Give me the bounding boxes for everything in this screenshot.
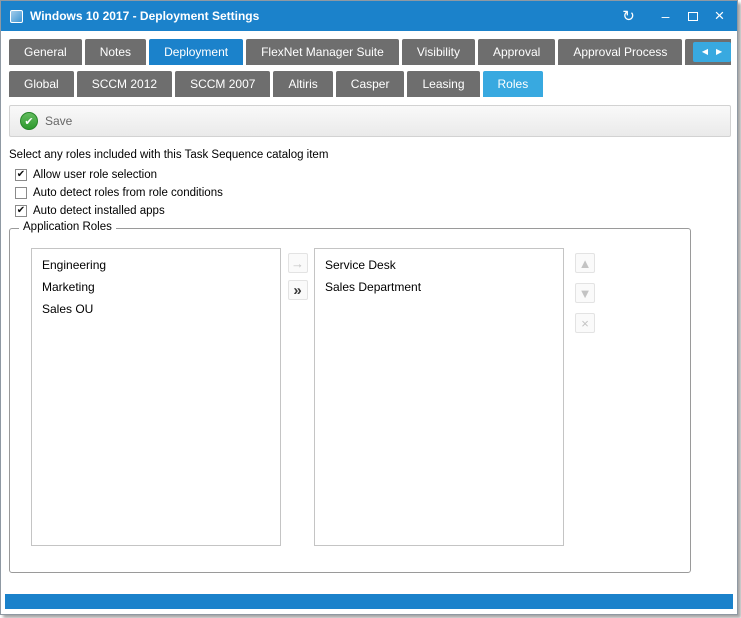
checkbox-row-allow-user-role-selection[interactable]: Allow user role selection [15,166,737,184]
save-button[interactable]: Save [45,114,72,128]
close-icon: × [715,6,725,26]
secondary-tab-leasing[interactable]: Leasing [407,71,479,97]
close-button[interactable]: × [706,4,733,28]
footer-strip [5,594,733,609]
primary-tab-approval-process[interactable]: Approval Process [558,39,682,65]
refresh-button[interactable]: ↻ [615,4,642,28]
window-title: Windows 10 2017 - Deployment Settings [30,9,615,23]
order-button-column: ▲ ▼ × [564,248,606,572]
arrow-down-icon: ▼ [579,286,592,301]
assigned-role-item-service-desk[interactable]: Service Desk [315,254,563,276]
secondary-tab-row: GlobalSCCM 2012SCCM 2007AltirisCasperLea… [9,71,731,97]
assigned-roles-listbox[interactable]: Service DeskSales Department [314,248,564,546]
primary-tab-flexnet-manager-suite[interactable]: FlexNet Manager Suite [246,39,399,65]
save-check-glyph: ✔ [24,115,33,128]
tab-scroll-control: ◀ ▶ [693,42,731,62]
maximize-icon [688,12,698,21]
instruction-text: Select any roles included with this Task… [9,149,729,161]
move-down-button[interactable]: ▼ [575,283,595,303]
available-role-item-marketing[interactable]: Marketing [32,276,280,298]
add-all-roles-button[interactable]: » [288,280,308,300]
checkbox-label: Auto detect roles from role conditions [33,187,223,199]
arrow-up-icon: ▲ [579,256,592,271]
remove-role-button[interactable]: × [575,313,595,333]
checkbox-label: Allow user role selection [33,169,157,181]
primary-tab-approval[interactable]: Approval [478,39,555,65]
checkbox-row-auto-detect-roles-from-role-conditions[interactable]: Auto detect roles from role conditions [15,184,737,202]
save-toolbar: ✔ Save [9,105,731,137]
double-arrow-right-icon: » [293,282,301,299]
checkbox-box[interactable] [15,169,27,181]
secondary-tab-altiris[interactable]: Altiris [273,71,332,97]
primary-tab-notes[interactable]: Notes [85,39,146,65]
minimize-button[interactable]: – [652,4,679,28]
remove-icon: × [581,316,589,331]
secondary-tab-sccm-2012[interactable]: SCCM 2012 [77,71,172,97]
primary-tab-visibility[interactable]: Visibility [402,39,475,65]
secondary-tab-roles[interactable]: Roles [483,71,544,97]
primary-tab-row: GeneralNotesDeploymentFlexNet Manager Su… [9,39,731,65]
minimize-icon: – [662,8,670,24]
secondary-tab-casper[interactable]: Casper [336,71,405,97]
primary-tab-general[interactable]: General [9,39,82,65]
available-role-item-sales-ou[interactable]: Sales OU [32,298,280,320]
available-roles-listbox[interactable]: EngineeringMarketingSales OU [31,248,281,546]
checkbox-label: Auto detect installed apps [33,205,165,217]
secondary-tab-sccm-2007[interactable]: SCCM 2007 [175,71,270,97]
available-role-item-engineering[interactable]: Engineering [32,254,280,276]
secondary-tab-bar: GlobalSCCM 2012SCCM 2007AltirisCasperLea… [9,71,731,97]
primary-tab-bar: GeneralNotesDeploymentFlexNet Manager Su… [9,39,731,65]
checkbox-row-auto-detect-installed-apps[interactable]: Auto detect installed apps [15,202,737,220]
maximize-button[interactable] [679,4,706,28]
app-icon [10,10,23,23]
application-roles-group: Application Roles EngineeringMarketingSa… [9,228,691,573]
move-up-button[interactable]: ▲ [575,253,595,273]
add-role-button[interactable]: → [288,253,308,273]
arrow-right-icon: → [291,256,304,271]
tab-scroll-right-icon[interactable]: ▶ [712,42,726,62]
checkbox-list: Allow user role selection Auto detect ro… [15,166,737,220]
titlebar[interactable]: Windows 10 2017 - Deployment Settings ↻ … [1,1,737,31]
save-check-icon[interactable]: ✔ [20,112,38,130]
primary-tab-deployment[interactable]: Deployment [149,39,243,65]
refresh-icon: ↻ [622,7,635,25]
checkbox-box[interactable] [15,205,27,217]
secondary-tab-global[interactable]: Global [9,71,74,97]
tab-scroll-left-icon[interactable]: ◀ [698,42,712,62]
group-title: Application Roles [19,221,116,233]
transfer-button-column: → » [281,248,314,572]
checkbox-box[interactable] [15,187,27,199]
deployment-settings-window: Windows 10 2017 - Deployment Settings ↻ … [0,0,738,615]
assigned-role-item-sales-department[interactable]: Sales Department [315,276,563,298]
